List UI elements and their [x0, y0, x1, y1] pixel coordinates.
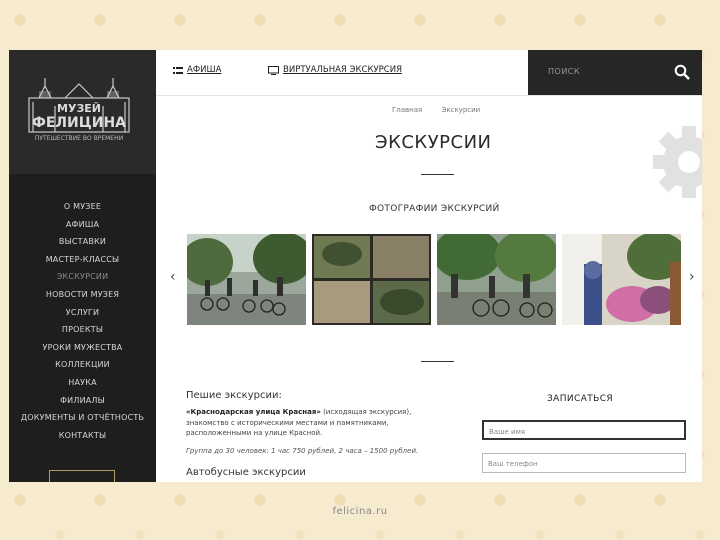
walking-tour-name: «Краснодарская улица Красная»	[186, 408, 321, 416]
carousel-prev-arrow[interactable]: ‹	[170, 269, 176, 285]
list-icon	[173, 67, 183, 74]
gear-icon	[653, 126, 702, 198]
carousel-next-arrow[interactable]: ›	[689, 269, 695, 285]
afisha-link[interactable]: АФИША	[187, 65, 221, 75]
nav-item-courage-lessons[interactable]: УРОКИ МУЖЕСТВА	[9, 339, 156, 357]
walking-tours-title: Пешие экскурсии:	[186, 390, 282, 401]
section-divider	[421, 361, 454, 362]
logo-area: МУЗЕЙ ФЕЛИЦИНА ПУТЕШЕСТВИЕ ВО ВРЕМЕНИ	[9, 50, 156, 174]
search-input[interactable]: ПОИСК	[548, 67, 580, 76]
logo-text-top: МУЗЕЙ	[57, 102, 101, 115]
nav-item-excursions[interactable]: ЭКСКУРСИИ	[9, 268, 156, 286]
search-icon[interactable]	[674, 64, 690, 80]
main-nav: О МУЗЕЕ АФИША ВЫСТАВКИ МАСТЕР-КЛАССЫ ЭКС…	[9, 198, 156, 444]
search-box[interactable]: ПОИСК	[528, 50, 702, 95]
nav-item-services[interactable]: УСЛУГИ	[9, 304, 156, 322]
logo-tagline: ПУТЕШЕСТВИЕ ВО ВРЕМЕНИ	[35, 135, 123, 142]
logo-text-main: ФЕЛИЦИНА	[32, 115, 126, 131]
breadcrumb: Главная Экскурсии	[392, 106, 497, 114]
nav-item-science[interactable]: НАУКА	[9, 374, 156, 392]
sidebar-outline-button[interactable]	[49, 470, 115, 482]
nav-item-about[interactable]: О МУЗЕЕ	[9, 198, 156, 216]
nav-item-exhibitions[interactable]: ВЫСТАВКИ	[9, 233, 156, 251]
browser-frame: МУЗЕЙ ФЕЛИЦИНА ПУТЕШЕСТВИЕ ВО ВРЕМЕНИ О …	[9, 50, 702, 482]
footer-url: felicina.ru	[332, 506, 388, 517]
bus-tours-title: Автобусные экскурсии	[186, 467, 306, 478]
walking-tour-price-note: Группа до 30 человек: 1 час 750 рублей, …	[186, 447, 419, 455]
nav-item-masterclasses[interactable]: МАСТЕР-КЛАССЫ	[9, 251, 156, 269]
photos-section-title: ФОТОГРАФИИ ЭКСКУРСИЙ	[369, 204, 500, 214]
name-input[interactable]: Ваше имя	[482, 420, 686, 440]
breadcrumb-current: Экскурсии	[441, 106, 481, 114]
excursion-photo-2[interactable]	[312, 234, 431, 325]
nav-item-documents[interactable]: ДОКУМЕНТЫ И ОТЧЁТНОСТЬ	[9, 409, 156, 427]
enroll-form-title: ЗАПИСАТЬСЯ	[547, 394, 614, 404]
title-divider	[421, 174, 454, 175]
nav-item-projects[interactable]: ПРОЕКТЫ	[9, 321, 156, 339]
sidebar: МУЗЕЙ ФЕЛИЦИНА ПУТЕШЕСТВИЕ ВО ВРЕМЕНИ О …	[9, 50, 156, 482]
excursion-photo-4[interactable]	[562, 234, 681, 325]
nav-item-collections[interactable]: КОЛЛЕКЦИИ	[9, 356, 156, 374]
page-title: ЭКСКУРСИИ	[375, 132, 492, 153]
walking-tour-description: «Краснодарская улица Красная» (исходящая…	[186, 407, 434, 439]
excursion-photo-1[interactable]	[187, 234, 306, 325]
nav-item-news[interactable]: НОВОСТИ МУЗЕЯ	[9, 286, 156, 304]
top-bar: АФИША ВИРТУАЛЬНАЯ ЭКСКУРСИЯ ПОИСК	[156, 50, 702, 96]
nav-item-contacts[interactable]: КОНТАКТЫ	[9, 427, 156, 445]
nav-item-branches[interactable]: ФИЛИАЛЫ	[9, 392, 156, 410]
virtual-tour-link[interactable]: ВИРТУАЛЬНАЯ ЭКСКУРСИЯ	[283, 65, 402, 75]
monitor-icon	[268, 66, 279, 75]
excursion-photo-3[interactable]	[437, 234, 556, 325]
nav-item-afisha[interactable]: АФИША	[9, 216, 156, 234]
breadcrumb-home[interactable]: Главная	[392, 106, 422, 114]
phone-input[interactable]: Ваш телефон	[482, 453, 686, 473]
museum-logo[interactable]: МУЗЕЙ ФЕЛИЦИНА ПУТЕШЕСТВИЕ ВО ВРЕМЕНИ	[25, 76, 133, 144]
